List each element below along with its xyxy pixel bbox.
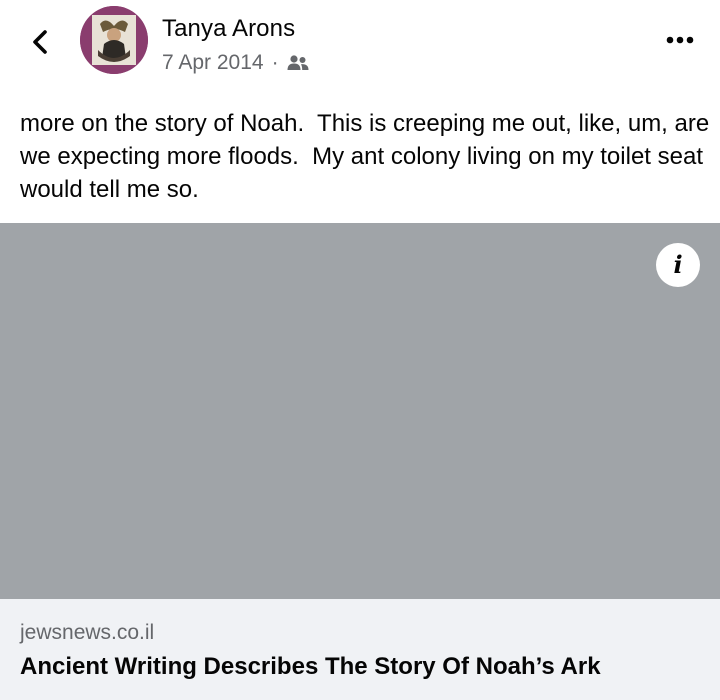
- post-meta: 7 Apr 2014 ·: [162, 51, 309, 75]
- friends-icon: [287, 55, 309, 70]
- link-preview-footer[interactable]: jewsnews.co.il Ancient Writing Describes…: [0, 599, 720, 700]
- post-header: Tanya Arons 7 Apr 2014 ·: [0, 0, 720, 90]
- meta-separator: ·: [271, 51, 279, 74]
- post-text: more on the story of Noah. This is creep…: [20, 110, 716, 203]
- ad-info-button[interactable]: i: [656, 243, 700, 287]
- back-button[interactable]: [20, 22, 60, 62]
- link-domain: jewsnews.co.il: [20, 621, 155, 644]
- author-name[interactable]: Tanya Arons: [162, 15, 295, 43]
- link-preview-image[interactable]: i: [0, 223, 720, 599]
- avatar-image: [80, 6, 148, 74]
- post-date[interactable]: 7 Apr 2014: [162, 51, 264, 75]
- info-icon: i: [673, 250, 683, 279]
- link-title: Ancient Writing Describes The Story Of N…: [20, 653, 601, 680]
- avatar[interactable]: [80, 6, 148, 74]
- more-options-button[interactable]: [662, 28, 698, 52]
- chevron-left-icon: [33, 30, 47, 54]
- more-horizontal-icon: [666, 36, 694, 44]
